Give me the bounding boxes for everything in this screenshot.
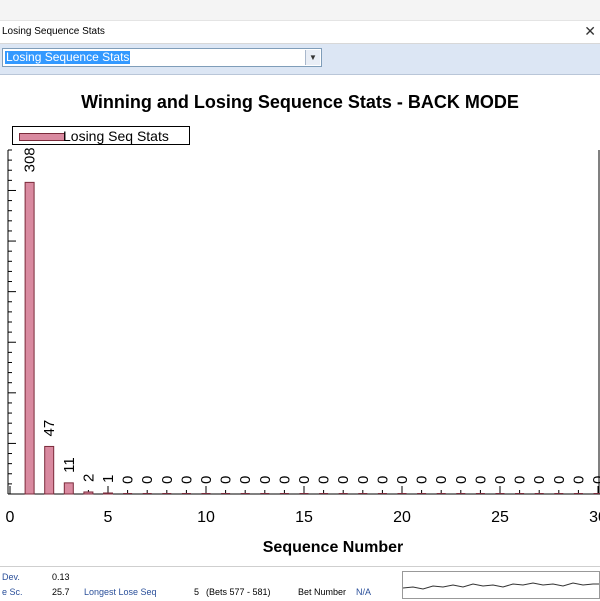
bar-data-label: 0 (512, 476, 529, 484)
x-tick-label: 10 (197, 509, 215, 526)
bar-data-label: 0 (433, 476, 450, 484)
x-tick-label: 5 (104, 509, 113, 526)
lose-sc-label: e Sc. (2, 587, 23, 597)
bar-data-label: 0 (590, 476, 600, 484)
bar-data-label: 11 (61, 457, 78, 473)
bar-data-label: 0 (355, 476, 372, 484)
bar-chart: 051015202530Sequence Number3084711210000… (6, 147, 600, 556)
bet-number-value: N/A (356, 587, 372, 597)
bar-data-label: 0 (159, 476, 176, 484)
longest-lose-label: Longest Lose Seq (84, 587, 157, 597)
longest-lose-range: (Bets 577 - 581) (206, 587, 271, 597)
bar-data-label: 0 (492, 476, 509, 484)
sparkline (403, 582, 599, 590)
bar-data-label: 0 (394, 476, 411, 484)
x-tick-label: 20 (393, 509, 411, 526)
lose-sc-value: 25.7 (52, 587, 70, 597)
bar-data-label: 0 (198, 476, 215, 484)
bar-data-label: 47 (41, 420, 58, 437)
bar-data-label: 0 (296, 476, 313, 484)
x-axis-label: Sequence Number (263, 539, 403, 556)
bar-data-label: 0 (374, 476, 391, 484)
bar-data-label: 0 (472, 476, 489, 484)
bar-data-label: 0 (139, 476, 156, 484)
bar-data-label: 0 (237, 476, 254, 484)
bar-data-label: 0 (531, 476, 548, 484)
bar-data-label: 0 (335, 476, 352, 484)
bar-data-label: 0 (178, 476, 195, 484)
bar-data-label: 0 (570, 476, 587, 484)
bar-data-label: 2 (80, 474, 97, 482)
bar-data-label: 0 (316, 476, 333, 484)
bar-data-label: 0 (414, 476, 431, 484)
bar (44, 445, 55, 495)
bar-data-label: 0 (276, 476, 293, 484)
bar-data-label: 0 (453, 476, 470, 484)
dev-value: 0.13 (52, 572, 70, 582)
bar (63, 482, 74, 495)
x-tick-label: 15 (295, 509, 313, 526)
status-bar: Dev. 0.13 e Sc. 25.7 Longest Lose Seq 5 … (0, 566, 600, 601)
bar-data-label: 0 (120, 476, 137, 484)
bet-number-label: Bet Number (298, 587, 347, 597)
dev-label: Dev. (2, 572, 20, 582)
bar-data-label: 1 (100, 475, 117, 483)
bar-data-label: 308 (22, 147, 39, 172)
sparkline-graph (402, 571, 600, 599)
x-tick-label: 30 (589, 509, 600, 526)
bar (24, 181, 35, 495)
x-tick-label: 25 (491, 509, 509, 526)
bar (83, 491, 94, 495)
longest-lose-value: 5 (194, 587, 200, 597)
bar-data-label: 0 (257, 476, 274, 484)
bar-data-label: 0 (551, 476, 568, 484)
x-tick-label: 0 (6, 509, 15, 526)
bar (103, 492, 113, 495)
bar-data-label: 0 (218, 476, 235, 484)
